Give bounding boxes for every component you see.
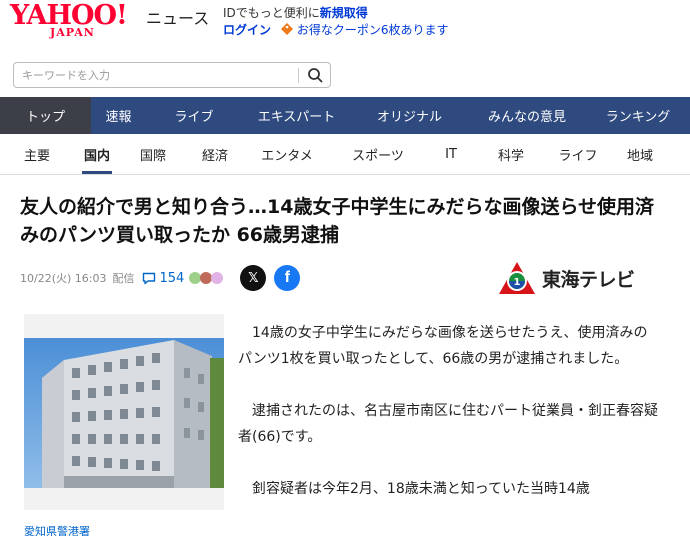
comments-link[interactable]: 154 xyxy=(142,271,184,286)
login-row: ログイン お得なクーポン6枚あります xyxy=(223,21,448,38)
reaction-icon xyxy=(211,272,224,284)
article-body: 14歳の女子中学生にみだらな画像を送らせたうえ、使用済みのパンツ1枚を買い取った… xyxy=(238,320,658,528)
search-box xyxy=(13,62,331,88)
category-economy[interactable]: 経済 xyxy=(186,134,244,174)
category-local[interactable]: 地域 xyxy=(610,134,670,174)
article-photo[interactable] xyxy=(24,338,224,488)
distribution-label: 配信 xyxy=(112,272,135,285)
tab-live[interactable]: ライブ xyxy=(146,97,242,134)
coupon-link[interactable]: お得なクーポン6枚あります xyxy=(297,23,449,37)
promo-text: IDでもっと便利に xyxy=(223,6,320,20)
svg-text:1: 1 xyxy=(514,277,521,288)
id-promo: IDでもっと便利に新規取得 xyxy=(223,4,368,21)
search-divider xyxy=(298,68,299,83)
tab-top[interactable]: トップ xyxy=(0,97,91,134)
yahoo-japan-logo[interactable]: YAHOO! JAPAN xyxy=(10,2,142,40)
logo-subtext: JAPAN xyxy=(50,26,95,39)
tab-expert[interactable]: エキスパート xyxy=(242,97,351,134)
category-life[interactable]: ライフ xyxy=(546,134,610,174)
tab-opinion[interactable]: みんなの意見 xyxy=(468,97,586,134)
provider-name: 東海テレビ xyxy=(542,268,635,291)
category-sports[interactable]: スポーツ xyxy=(330,134,426,174)
article-meta: 10/22(火) 16:03 配信 154 𝕏 f xyxy=(20,265,301,291)
article-headline: 友人の紹介で男と知り合う…14歳女子中学生にみだらな画像送らせ使用済みのパンツ買… xyxy=(20,196,655,246)
share-facebook-icon[interactable]: f xyxy=(274,265,301,291)
reaction-faces[interactable] xyxy=(189,272,224,284)
tab-breaking[interactable]: 速報 xyxy=(91,97,146,134)
category-entertainment[interactable]: エンタメ xyxy=(244,134,330,174)
category-it[interactable]: IT xyxy=(426,134,476,174)
page: YAHOO! JAPAN ニュース IDでもっと便利に新規取得 ログイン お得な… xyxy=(0,0,690,536)
section-title[interactable]: ニュース xyxy=(146,5,209,29)
publish-date: 10/22(火) 16:03 xyxy=(20,272,107,285)
search-input[interactable] xyxy=(22,67,292,84)
article: 友人の紹介で男と知り合う…14歳女子中学生にみだらな画像送らせ使用済みのパンツ買… xyxy=(0,176,690,536)
site-header: YAHOO! JAPAN ニュース IDでもっと便利に新規取得 ログイン お得な… xyxy=(0,0,690,58)
comment-icon xyxy=(143,272,156,284)
category-domestic[interactable]: 国内 xyxy=(74,134,120,174)
comment-count: 154 xyxy=(159,270,185,286)
tab-original[interactable]: オリジナル xyxy=(351,97,468,134)
body-paragraph: 釗容疑者は今年2月、18歳未満と知っていた当時14歳 xyxy=(252,481,590,497)
search-icon[interactable] xyxy=(304,66,326,85)
register-link[interactable]: 新規取得 xyxy=(320,6,368,20)
share-x-icon[interactable]: 𝕏 xyxy=(240,265,267,291)
body-paragraph: 14歳の女子中学生にみだらな画像を送らせたうえ、使用済みのパンツ1枚を買い取った… xyxy=(238,325,648,367)
login-link[interactable]: ログイン xyxy=(223,23,271,37)
provider-logo[interactable]: 1 東海テレビ xyxy=(498,260,654,296)
coupon-tag-icon xyxy=(280,23,293,35)
tab-ranking[interactable]: ランキング xyxy=(586,97,690,134)
category-nav: 主要 国内 国際 経済 エンタメ スポーツ IT 科学 ライフ 地域 xyxy=(0,134,690,175)
tokai-tv-mark-icon: 1 xyxy=(499,262,535,294)
main-nav: トップ 速報 ライブ エキスパート オリジナル みんなの意見 ランキング xyxy=(0,97,690,134)
category-international[interactable]: 国際 xyxy=(120,134,186,174)
photo-caption[interactable]: 愛知県警港署 xyxy=(24,523,90,536)
category-main[interactable]: 主要 xyxy=(0,134,74,174)
category-science[interactable]: 科学 xyxy=(476,134,546,174)
body-paragraph: 逮捕されたのは、名古屋市南区に住むパート従業員・釗正春容疑者(66)です。 xyxy=(238,403,658,445)
